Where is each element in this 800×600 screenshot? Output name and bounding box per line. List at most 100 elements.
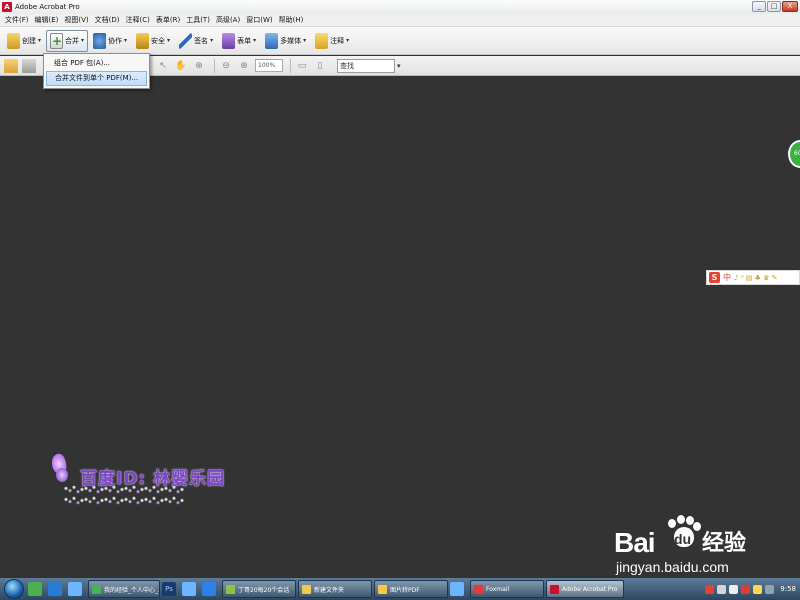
baidu-jingyan-logo: Bai du 经验 (614, 515, 798, 558)
tray-app-icon[interactable] (753, 584, 763, 594)
browser-icon (92, 584, 101, 594)
quicklaunch-icon[interactable] (182, 582, 196, 596)
taskbar-item[interactable]: 我的经验_个人中心_... (88, 580, 160, 598)
taskbar-item[interactable]: 丁哥20每20个会话 (222, 580, 296, 598)
sogou-icon[interactable]: S (709, 272, 720, 283)
taskbar-item-active[interactable]: Adobe Acrobat Pro (546, 580, 624, 598)
create-button[interactable]: 创建 ▾ (3, 30, 45, 52)
menu-comments[interactable]: 注释(C) (123, 15, 153, 25)
find-dropdown-icon[interactable]: ▾ (397, 62, 401, 70)
tray-app-icon[interactable] (765, 584, 775, 594)
find-input[interactable]: 查找 (337, 58, 395, 73)
secure-button[interactable]: 安全 ▾ (132, 30, 174, 52)
forms-icon (222, 32, 236, 49)
taskbar-item[interactable]: 图片转PDF (374, 580, 448, 598)
chevron-down-icon: ▾ (38, 37, 42, 44)
comment-label: 注释 (330, 36, 345, 45)
quicklaunch-icon[interactable] (202, 582, 216, 596)
taskbar-item-label: 图片转PDF (390, 586, 420, 594)
quicklaunch-icon[interactable] (28, 582, 42, 596)
quicklaunch-icon[interactable] (450, 582, 464, 596)
taskbar-item[interactable]: Foxmail (470, 580, 544, 598)
menu-file[interactable]: 文件(F) (2, 15, 32, 25)
menu-tools[interactable]: 工具(T) (183, 15, 213, 25)
folder-icon (302, 584, 311, 594)
zoom-in-icon[interactable]: ⊕ (237, 59, 251, 73)
close-button[interactable]: X (782, 1, 798, 12)
ime-mode-label[interactable]: 中 (723, 272, 731, 283)
clock[interactable]: 9:58 (780, 585, 796, 593)
sign-label: 签名 (194, 36, 209, 45)
quicklaunch-icon[interactable] (48, 582, 62, 596)
taskbar-item[interactable]: 新建文件夹 (298, 580, 372, 598)
menu-advanced[interactable]: 高级(A) (213, 15, 243, 25)
lock-icon (136, 32, 150, 49)
comment-icon (315, 32, 329, 49)
menu-view[interactable]: 视图(V) (61, 15, 91, 25)
collaborate-icon (93, 32, 107, 49)
foxmail-icon (474, 584, 483, 594)
cursor-icon[interactable]: ↖ (156, 59, 170, 73)
network-icon[interactable] (717, 584, 727, 594)
start-button[interactable] (4, 579, 24, 599)
combine-icon (50, 32, 64, 49)
folder-icon[interactable] (4, 58, 18, 73)
chevron-down-icon: ▾ (346, 37, 350, 44)
menu-item-merge-files[interactable]: 合并文件到单个 PDF(M)... (46, 71, 147, 86)
sign-button[interactable]: 签名 ▾ (175, 30, 217, 52)
multimedia-label: 多媒体 (280, 36, 302, 45)
chevron-down-icon: ▾ (253, 37, 257, 44)
menu-help[interactable]: 帮助(H) (276, 15, 307, 25)
menu-item-create-pdf-package[interactable]: 组合 PDF 包(A)... (46, 56, 147, 71)
watermark-text: 百度ID: 林婴乐园 (80, 469, 226, 489)
toolbar-separator (290, 58, 291, 73)
multimedia-button[interactable]: 多媒体 ▾ (261, 30, 310, 52)
photoshop-icon[interactable]: Ps (162, 582, 176, 596)
forms-button[interactable]: 表单 ▾ (218, 30, 260, 52)
menu-edit[interactable]: 编辑(E) (32, 15, 62, 25)
volume-icon[interactable] (729, 584, 739, 594)
quicklaunch-icon[interactable] (68, 582, 82, 596)
baidu-url: jingyan.baidu.com (616, 559, 729, 575)
minimize-button[interactable]: _ (752, 1, 766, 12)
combine-button[interactable]: 合并 ▾ (46, 29, 89, 52)
zoom-out-icon[interactable]: ⊖ (219, 59, 233, 73)
marquee-zoom-icon[interactable]: ⊕ (192, 59, 206, 73)
menu-bar: 文件(F) 编辑(E) 视图(V) 文档(D) 注释(C) 表单(R) 工具(T… (0, 14, 800, 27)
pen-icon (179, 32, 193, 49)
comment-button[interactable]: 注释 ▾ (311, 30, 353, 52)
ime-toolbar[interactable]: S 中 ♪ ⁰ ▤ ♣ ♛ ✎ (706, 270, 800, 285)
maximize-button[interactable]: □ (767, 1, 781, 12)
chevron-down-icon: ▾ (81, 37, 85, 44)
taskbar-item-label: 丁哥20每20个会话 (238, 586, 290, 594)
system-tray: 9:58 (701, 578, 800, 600)
chevron-down-icon: ▾ (124, 37, 128, 44)
fit-width-icon[interactable]: ▯ (313, 59, 327, 73)
menu-document[interactable]: 文档(D) (92, 15, 123, 25)
fit-page-icon[interactable]: ▭ (295, 59, 309, 73)
sogou-tray-icon[interactable] (705, 584, 715, 594)
menu-window[interactable]: 窗口(W) (243, 15, 275, 25)
combine-label: 合并 (65, 36, 80, 45)
folder-icon (378, 584, 387, 594)
hand-icon[interactable]: ✋ (174, 59, 188, 73)
taskbar-item-label: 新建文件夹 (314, 586, 345, 594)
chevron-down-icon: ▾ (303, 37, 307, 44)
secure-label: 安全 (151, 36, 166, 45)
taskbar-item-label: Foxmail (486, 585, 510, 593)
printer-icon[interactable] (22, 58, 36, 73)
zoom-level-field[interactable]: 100% (255, 59, 283, 72)
multimedia-icon (265, 32, 279, 49)
taskbar: 我的经验_个人中心_... Ps 丁哥20每20个会话 新建文件夹 图片转PDF… (0, 578, 800, 600)
menu-forms[interactable]: 表单(R) (153, 15, 183, 25)
chevron-down-icon: ▾ (167, 37, 171, 44)
butterfly-icon (46, 452, 72, 488)
collaborate-button[interactable]: 协作 ▾ (89, 30, 131, 52)
tray-app-icon[interactable] (741, 584, 751, 594)
chat-icon (226, 584, 235, 594)
baidu-logo-du: du (674, 531, 692, 547)
ime-tools-icons[interactable]: ♪ ⁰ ▤ ♣ ♛ ✎ (734, 274, 777, 282)
baidu-logo-bai: Bai (614, 527, 656, 558)
forms-label: 表单 (237, 36, 252, 45)
chevron-down-icon: ▾ (210, 37, 214, 44)
